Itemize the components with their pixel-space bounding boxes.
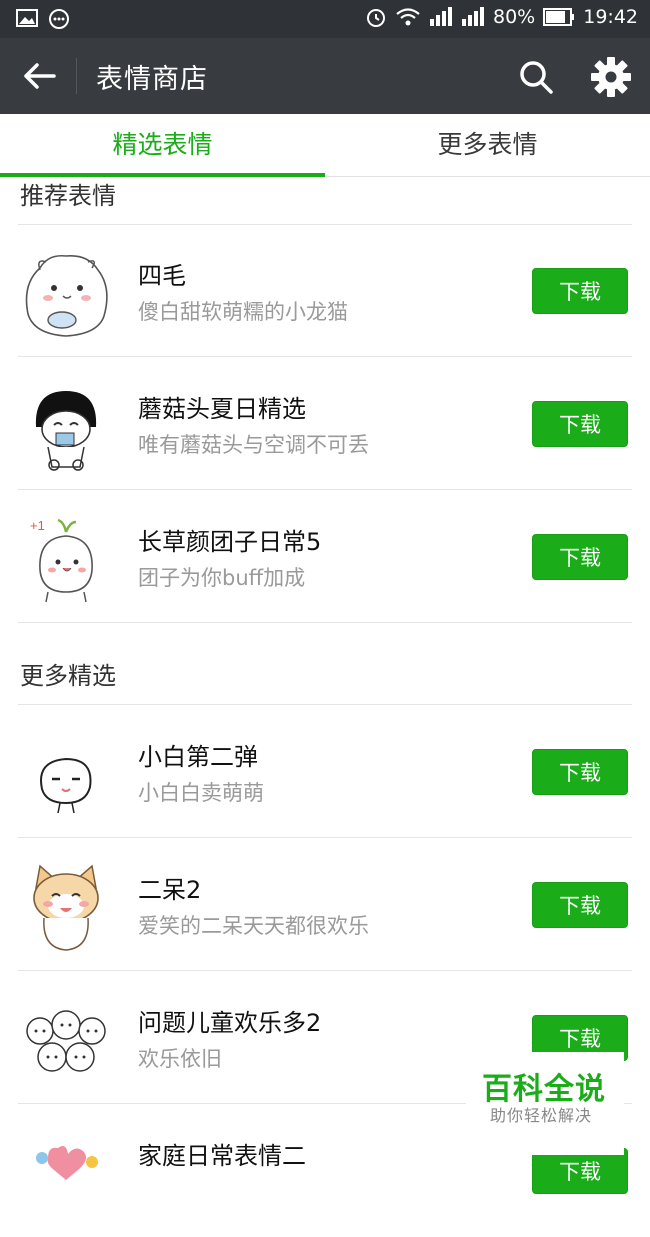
battery-percent: 80% <box>493 6 536 28</box>
download-button[interactable]: 下载 <box>532 882 628 928</box>
item-title: 家庭日常表情二 <box>138 1142 306 1170</box>
hamster-sticker-icon <box>25 254 108 337</box>
section-title-more-picks: 更多精选 <box>20 662 116 690</box>
nav-bar: 表情商店 <box>0 38 650 114</box>
clock: 19:42 <box>583 6 638 28</box>
item-title: 问题儿童欢乐多2 <box>138 1009 322 1037</box>
signal-icon <box>462 7 484 26</box>
item-subtitle: 小白白卖萌萌 <box>138 781 264 805</box>
download-button[interactable]: 下载 <box>532 534 628 580</box>
nav-divider <box>76 58 77 94</box>
section-title-recommended: 推荐表情 <box>20 182 116 210</box>
list-item[interactable]: 小白第二弹 小白白卖萌萌 下载 <box>0 705 650 838</box>
list-item[interactable]: 蘑菇头夏日精选 唯有蘑菇头与空调不可丢 下载 <box>0 357 650 490</box>
item-subtitle: 欢乐依旧 <box>138 1047 222 1071</box>
item-subtitle: 傻白甜软萌糯的小龙猫 <box>138 300 348 324</box>
status-bar: 80% 19:42 <box>0 0 650 38</box>
kids-group-sticker-icon <box>26 1010 106 1072</box>
chat-icon <box>49 9 69 29</box>
plus-one-mark: +1 <box>30 518 45 533</box>
gear-icon[interactable] <box>590 56 632 98</box>
wifi-icon <box>396 8 420 26</box>
battery-icon <box>543 8 575 26</box>
divider <box>18 622 632 623</box>
watermark: 百科全说 助你轻松解决 <box>466 1052 624 1155</box>
download-button[interactable]: 下载 <box>532 401 628 447</box>
image-icon <box>16 9 38 27</box>
item-title: 蘑菇头夏日精选 <box>138 395 306 423</box>
shiba-dog-sticker-icon <box>33 864 99 951</box>
mushroom-head-sticker-icon <box>35 391 97 471</box>
list-item[interactable]: +1 长草颜团子日常5 团子为你buff加成 下载 <box>0 490 650 623</box>
tab-bar: 精选表情 更多表情 <box>0 114 650 177</box>
item-subtitle: 唯有蘑菇头与空调不可丢 <box>138 433 369 457</box>
download-button[interactable]: 下载 <box>532 268 628 314</box>
alarm-icon <box>367 9 385 27</box>
back-arrow-icon[interactable] <box>20 58 60 94</box>
item-title: 四毛 <box>138 262 186 290</box>
search-icon[interactable] <box>516 57 556 97</box>
watermark-slogan: 助你轻松解决 <box>490 1106 593 1125</box>
item-subtitle: 团子为你buff加成 <box>138 566 306 590</box>
signal-icon <box>430 7 452 26</box>
item-title: 长草颜团子日常5 <box>138 528 322 556</box>
tab-featured[interactable]: 精选表情 <box>0 114 325 176</box>
item-title: 二呆2 <box>138 876 202 904</box>
xiaobai-sticker-icon <box>40 757 92 814</box>
page-title: 表情商店 <box>96 64 208 95</box>
list-item[interactable]: 四毛 傻白甜软萌糯的小龙猫 下载 <box>0 224 650 357</box>
dumpling-sticker-icon: +1 <box>30 518 93 603</box>
family-sticker-icon <box>36 1146 98 1180</box>
download-button[interactable]: 下载 <box>532 749 628 795</box>
list-item[interactable]: 二呆2 爱笑的二呆天天都很欢乐 下载 <box>0 838 650 971</box>
item-subtitle: 爱笑的二呆天天都很欢乐 <box>138 914 369 938</box>
tab-more[interactable]: 更多表情 <box>325 114 650 176</box>
item-title: 小白第二弹 <box>138 743 258 771</box>
